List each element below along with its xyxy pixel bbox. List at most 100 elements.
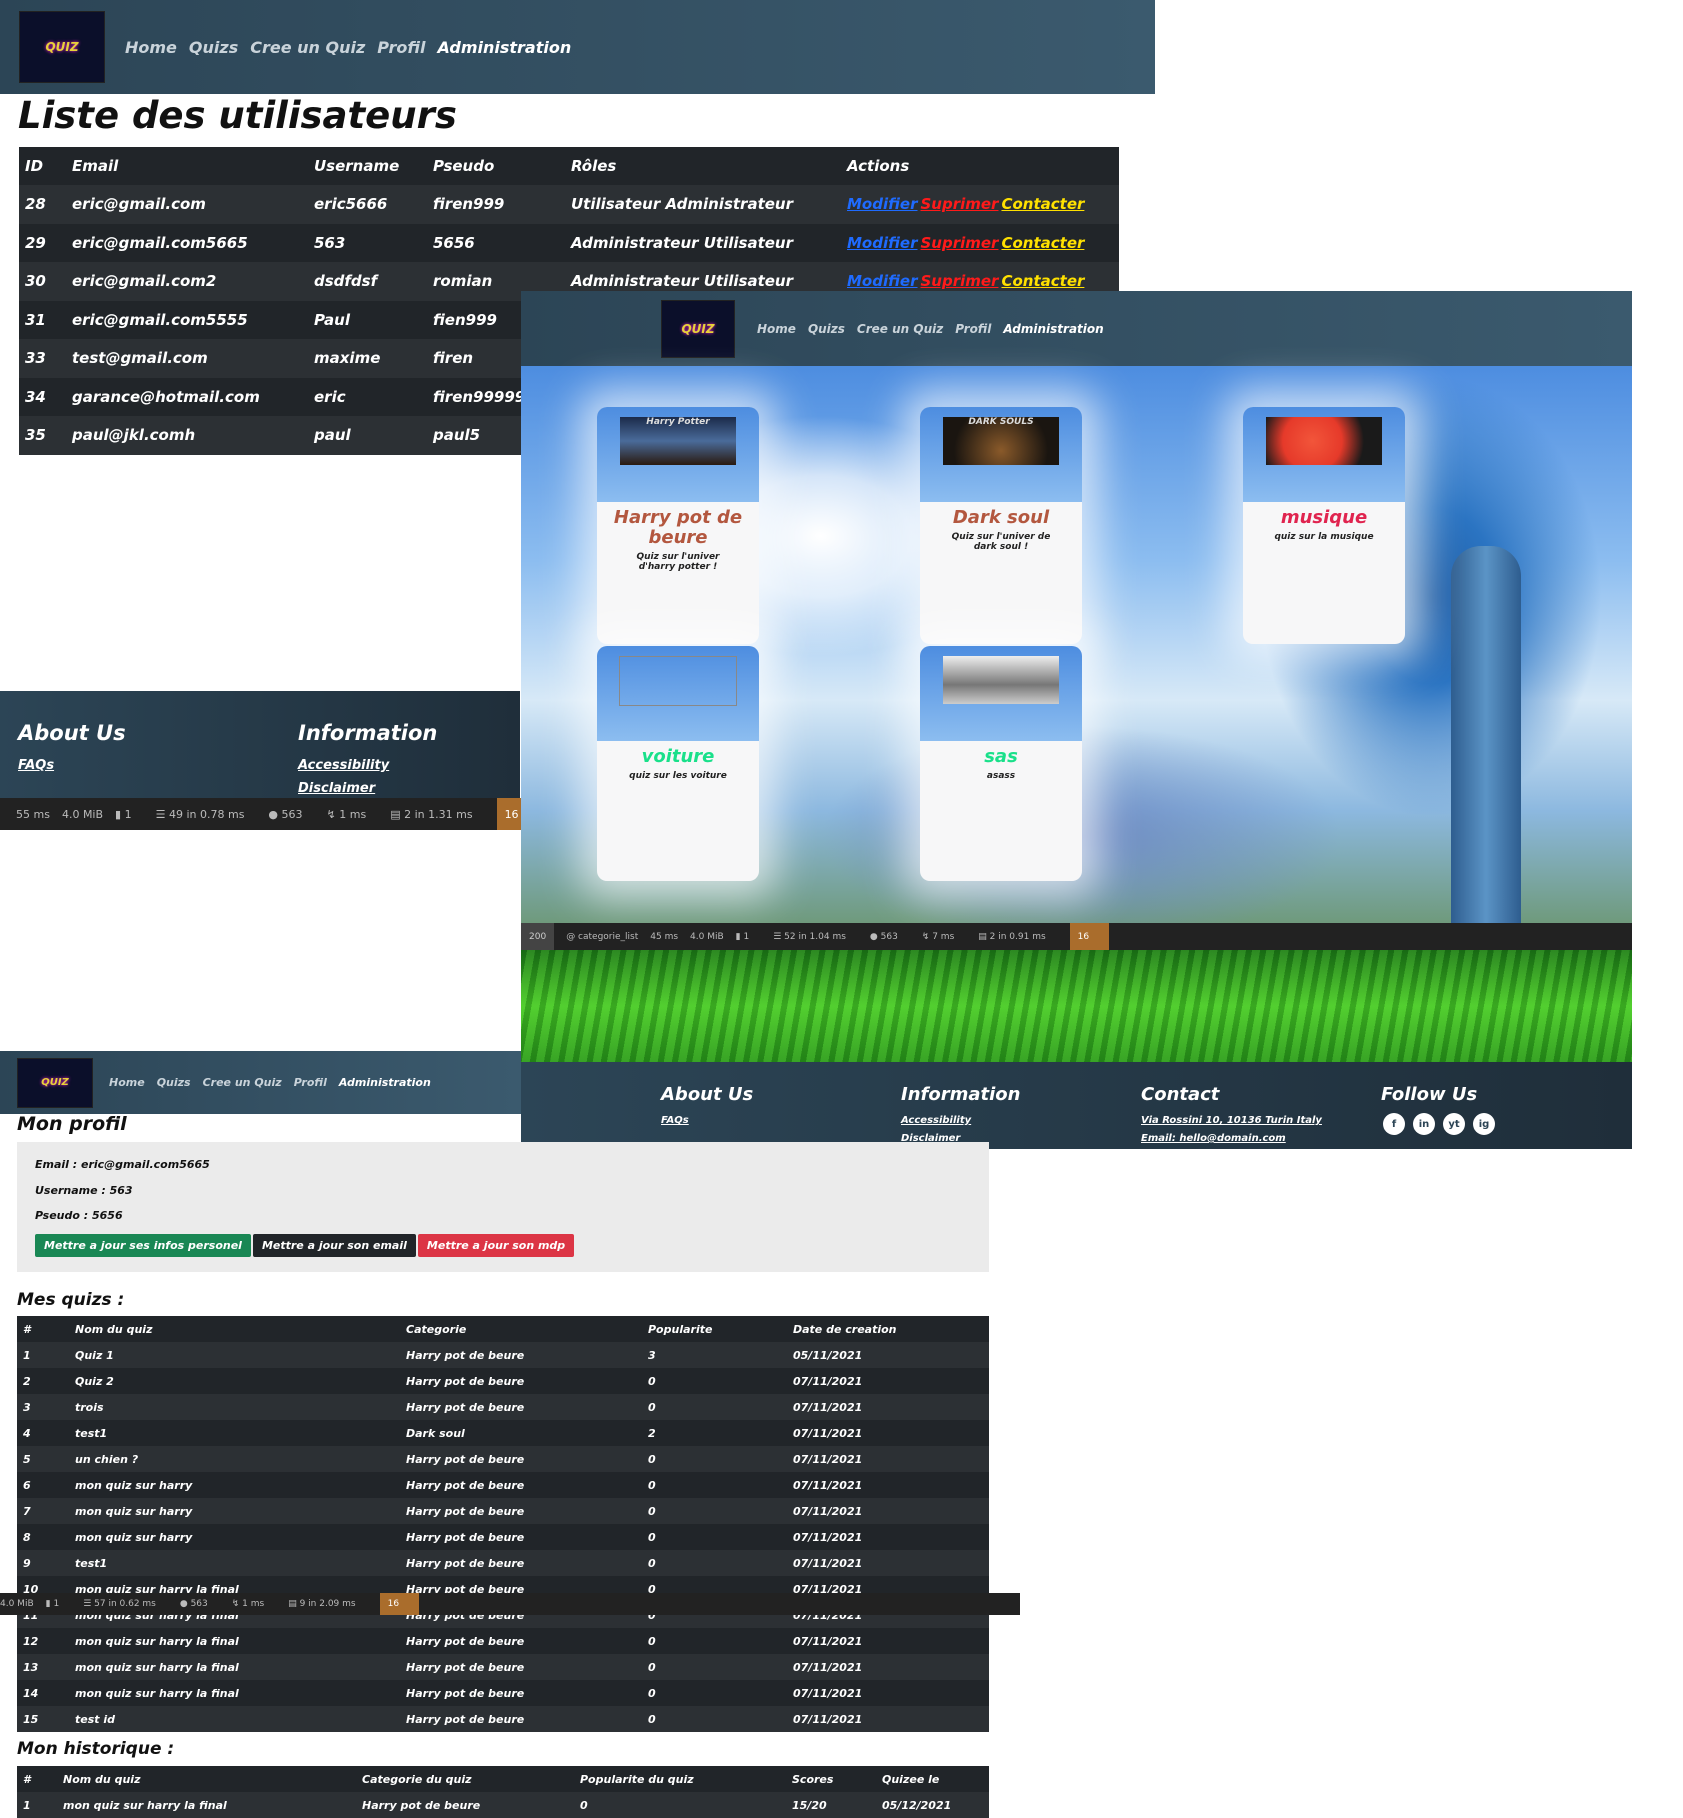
quiz-row[interactable]: 9 test1 Harry pot de beure 0 07/11/2021 [17, 1550, 989, 1576]
quiz-number: 14 [23, 1686, 39, 1700]
debug-db[interactable]: ▤ 9 in 2.09 ms [288, 1599, 367, 1609]
linkedin-icon[interactable]: in [1413, 1113, 1435, 1135]
col-created: Date de creation [793, 1322, 897, 1336]
debug-user[interactable]: ● 563 [268, 808, 314, 821]
quiz-row[interactable]: 8 mon quiz sur harry Harry pot de beure 0 07… [17, 1524, 989, 1550]
footer-disclaimer-link[interactable]: Disclaimer [298, 781, 375, 796]
nav-create-quiz[interactable]: Cree un Quiz [857, 322, 943, 336]
quiz-row[interactable]: 3 trois Harry pot de beure 0 07/11/2021 [17, 1394, 989, 1420]
category-card[interactable]: sas asass [920, 646, 1082, 881]
users-debug-toolbar[interactable]: 55 ms 4.0 MiB ▮ 1 ☰ 49 in 0.78 ms ● 563 … [0, 798, 539, 830]
edit-user-link[interactable]: Modifier [847, 195, 918, 213]
nav-profile[interactable]: Profil [294, 1076, 327, 1089]
card-title[interactable]: musique [1243, 508, 1405, 528]
history-row[interactable]: 1 mon quiz sur harry la final Harry pot de… [17, 1792, 989, 1818]
footer-accessibility-link[interactable]: Accessibility [298, 758, 389, 773]
footer-accessibility-link[interactable]: Accessibility [901, 1115, 971, 1126]
footer-faqs-link[interactable]: FAQs [661, 1115, 689, 1126]
nav-quizs[interactable]: Quizs [189, 38, 238, 57]
quiz-created-date: 07/11/2021 [793, 1374, 863, 1388]
symfony-version-badge[interactable]: 16 [379, 1593, 420, 1615]
debug-user[interactable]: ● 563 [870, 932, 910, 942]
debug-db[interactable]: ▤ 2 in 1.31 ms [390, 808, 484, 821]
update-password-button[interactable]: Mettre a jour son mdp [417, 1234, 575, 1257]
nav-create-quiz[interactable]: Cree un Quiz [250, 38, 365, 57]
footer-faqs-link[interactable]: FAQs [18, 758, 54, 773]
debug-memory[interactable]: 4.0 MiB [0, 1599, 34, 1609]
category-debug-toolbar[interactable]: 200 @ categorie_list 45 ms 4.0 MiB ▮ 1 ☰… [521, 923, 1632, 950]
category-card[interactable]: musique quiz sur la musique [1243, 407, 1405, 644]
user-username: 563 [314, 233, 346, 252]
nav-home[interactable]: Home [757, 322, 796, 336]
debug-ajax[interactable]: ↯ 7 ms [922, 932, 966, 942]
contact-user-link[interactable]: Contacter [1001, 195, 1084, 213]
site-logo[interactable]: QUIZ [661, 299, 735, 358]
debug-memory[interactable]: 4.0 MiB [62, 808, 103, 821]
nav-quizs[interactable]: Quizs [808, 322, 845, 336]
footer-address-link[interactable]: Via Rossini 10, 10136 Turin Italy [1141, 1115, 1322, 1126]
quiz-row[interactable]: 13 mon quiz sur harry la final Harry pot d… [17, 1654, 989, 1680]
quiz-row[interactable]: 7 mon quiz sur harry Harry pot de beure 0 07… [17, 1498, 989, 1524]
debug-memory[interactable]: 4.0 MiB [690, 932, 724, 942]
debug-ajax[interactable]: ↯ 1 ms [232, 1599, 276, 1609]
nav-quizs[interactable]: Quizs [157, 1076, 191, 1089]
footer-email-link[interactable]: Email: hello@domain.com [1141, 1133, 1286, 1144]
edit-user-link[interactable]: Modifier [847, 272, 918, 290]
nav-home[interactable]: Home [109, 1076, 145, 1089]
my-history-title: Mon historique : [17, 1739, 175, 1759]
quiz-row[interactable]: 6 mon quiz sur harry Harry pot de beure 0 07… [17, 1472, 989, 1498]
delete-user-link[interactable]: Suprimer [921, 272, 999, 290]
quiz-row[interactable]: 1 Quiz 1 Harry pot de beure 3 05/11/2021 [17, 1342, 989, 1368]
profile-debug-toolbar[interactable]: 4.0 MiB ▮ 1 ☰ 57 in 0.62 ms ● 563 ↯ 1 ms… [0, 1593, 1020, 1615]
debug-twig[interactable]: ☰ 52 in 1.04 ms [773, 932, 858, 942]
debug-time[interactable]: 55 ms [16, 808, 50, 821]
debug-requests[interactable]: ▮ 1 [115, 808, 144, 821]
update-email-button[interactable]: Mettre a jour son email [252, 1234, 416, 1257]
facebook-icon[interactable]: f [1383, 1113, 1405, 1135]
update-info-button[interactable]: Mettre a jour ses infos personel [35, 1234, 251, 1257]
col-category: Categorie [406, 1322, 467, 1336]
quiz-row[interactable]: 15 test id Harry pot de beure 0 07/11/2021 [17, 1706, 989, 1732]
nav-admin[interactable]: Administration [1003, 322, 1103, 336]
instagram-icon[interactable]: ig [1473, 1113, 1495, 1135]
debug-db[interactable]: ▤ 2 in 0.91 ms [978, 932, 1057, 942]
quiz-row[interactable]: 14 mon quiz sur harry la final Harry pot d… [17, 1680, 989, 1706]
nav-create-quiz[interactable]: Cree un Quiz [203, 1076, 282, 1089]
debug-route[interactable]: @ categorie_list [566, 932, 638, 942]
debug-requests[interactable]: ▮ 1 [46, 1599, 72, 1609]
debug-user[interactable]: ● 563 [180, 1599, 220, 1609]
card-title[interactable]: sas [920, 747, 1082, 767]
contact-user-link[interactable]: Contacter [1001, 234, 1084, 252]
symfony-version-badge[interactable]: 16 [1069, 923, 1110, 950]
quiz-row[interactable]: 12 mon quiz sur harry la final Harry pot d… [17, 1628, 989, 1654]
contact-user-link[interactable]: Contacter [1001, 272, 1084, 290]
footer-info-title: Information [901, 1084, 1021, 1105]
nav-admin[interactable]: Administration [339, 1076, 431, 1089]
quiz-row[interactable]: 4 test1 Dark soul 2 07/11/2021 [17, 1420, 989, 1446]
card-title[interactable]: Harry pot de beure [611, 508, 745, 548]
category-card[interactable]: voiture quiz sur les voiture [597, 646, 759, 881]
site-logo[interactable]: QUIZ [19, 11, 105, 83]
card-title[interactable]: Dark soul [920, 508, 1082, 528]
quiz-row[interactable]: 5 un chien ? Harry pot de beure 0 07/11/2021 [17, 1446, 989, 1472]
nav-home[interactable]: Home [125, 38, 177, 57]
debug-requests[interactable]: ▮ 1 [736, 932, 762, 942]
nav-admin[interactable]: Administration [437, 38, 571, 57]
edit-user-link[interactable]: Modifier [847, 234, 918, 252]
category-card[interactable]: DARK SOULS Dark soul Quiz sur l'univer de … [920, 407, 1082, 644]
debug-twig[interactable]: ☰ 49 in 0.78 ms [156, 808, 257, 821]
category-card[interactable]: Harry Potter Harry pot de beure Quiz sur l… [597, 407, 759, 644]
delete-user-link[interactable]: Suprimer [921, 195, 999, 213]
nav-profile[interactable]: Profil [955, 322, 991, 336]
youtube-icon[interactable]: yt [1443, 1113, 1465, 1135]
debug-status-code[interactable]: 200 [521, 923, 555, 950]
nav-profile[interactable]: Profil [377, 38, 425, 57]
delete-user-link[interactable]: Suprimer [921, 234, 999, 252]
quiz-row[interactable]: 2 Quiz 2 Harry pot de beure 0 07/11/2021 [17, 1368, 989, 1394]
debug-ajax[interactable]: ↯ 1 ms [327, 808, 379, 821]
card-title[interactable]: voiture [597, 747, 759, 767]
quiz-category: Harry pot de beure [406, 1374, 525, 1388]
debug-twig[interactable]: ☰ 57 in 0.62 ms [83, 1599, 168, 1609]
debug-time[interactable]: 45 ms [650, 932, 678, 942]
site-logo[interactable]: QUIZ [17, 1057, 93, 1108]
